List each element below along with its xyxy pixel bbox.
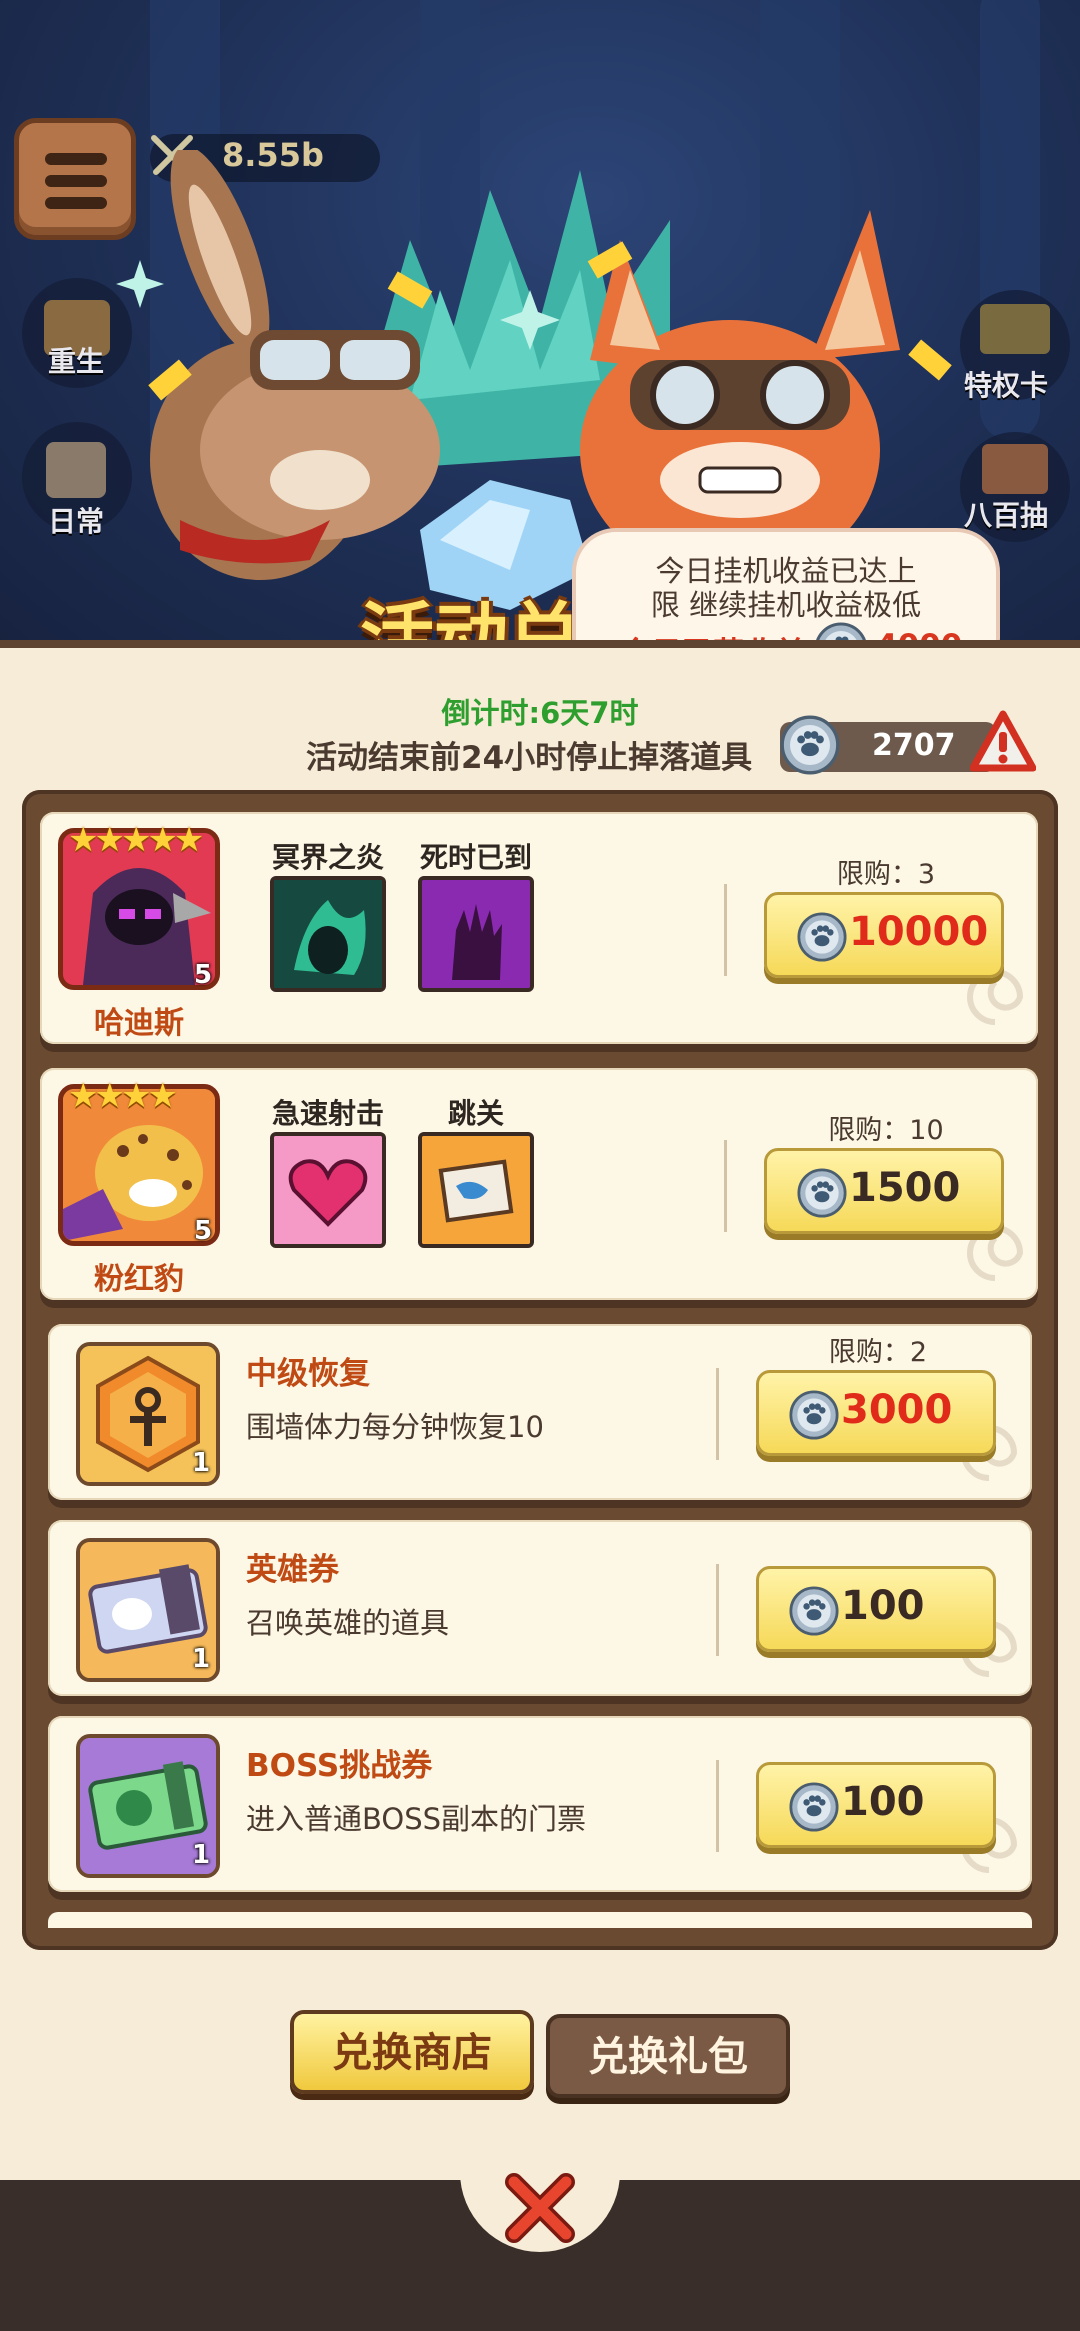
- hero-level: 5: [194, 960, 213, 990]
- skill-name: 急速射击: [271, 1097, 384, 1130]
- map-skill-icon: [422, 1136, 530, 1244]
- buy-button-pink-leopard[interactable]: 1500: [764, 1148, 1004, 1234]
- buy-button-hades[interactable]: 10000: [764, 892, 1004, 978]
- price-value: 100: [841, 1779, 925, 1825]
- buy-button-boss-ticket[interactable]: 100: [756, 1762, 996, 1848]
- exchange-shop-button[interactable]: 兑换商店: [290, 2010, 534, 2094]
- item-name: 中级恢复: [246, 1356, 370, 1392]
- paw-coin-icon: [797, 912, 847, 962]
- skill-icon-death-arrives[interactable]: [418, 876, 534, 992]
- item-description: 进入普通BOSS副本的门票: [246, 1802, 587, 1836]
- skill-name: 跳关: [447, 1097, 504, 1130]
- exchange-gift-button[interactable]: 兑换礼包: [546, 2014, 790, 2098]
- daily-label: 日常: [48, 505, 105, 538]
- divider: [716, 1368, 719, 1460]
- warning-icon[interactable]: [970, 710, 1036, 772]
- divider: [716, 1760, 719, 1852]
- hero-star-rating: ★★★★: [68, 1076, 178, 1116]
- list-item-hero-hades: ★★★★★ 5 哈迪斯 冥界之炎 死时已到 限购：3 10000: [40, 812, 1038, 1044]
- purchase-limit: 限购：3: [836, 859, 936, 890]
- paw-coin-icon: [780, 715, 840, 775]
- buy-button-hero-ticket[interactable]: 100: [756, 1566, 996, 1652]
- draw-label: 八百抽: [964, 499, 1049, 532]
- privilege-card-label: 特权卡: [964, 369, 1049, 402]
- heart-skill-icon: [274, 1136, 382, 1244]
- purchase-limit: 限购：2: [828, 1337, 928, 1368]
- rebirth-label: 重生: [48, 345, 105, 378]
- hero-level: 5: [194, 1216, 213, 1246]
- divider: [724, 884, 727, 976]
- currency-amount: 2707: [872, 728, 956, 763]
- list-item-partial: [48, 1912, 1032, 1928]
- list-item-boss-ticket: 1 BOSS挑战券 进入普通BOSS副本的门票 100: [48, 1716, 1032, 1892]
- buy-button-mid-recovery[interactable]: 3000: [756, 1370, 996, 1456]
- daily-icon: [46, 442, 106, 498]
- item-quantity: 1: [192, 1644, 211, 1674]
- divider: [716, 1564, 719, 1656]
- close-icon[interactable]: [500, 2168, 580, 2248]
- item-name: 英雄券: [246, 1552, 339, 1588]
- divider: [724, 1140, 727, 1232]
- list-item-hero-ticket: 1 英雄券 召唤英雄的道具 100: [48, 1520, 1032, 1696]
- death-hand-skill-icon: [422, 880, 530, 988]
- item-name: BOSS挑战券: [246, 1748, 433, 1784]
- draw-icon: [982, 444, 1048, 494]
- skill-name: 冥界之炎: [271, 841, 384, 874]
- item-description: 召唤英雄的道具: [246, 1606, 450, 1640]
- list-item-mid-recovery: 1 中级恢复 围墙体力每分钟恢复10 限购：2 3000: [48, 1324, 1032, 1500]
- event-notice: 活动结束前24小时停止掉落道具: [306, 740, 753, 776]
- price-value: 100: [841, 1583, 925, 1629]
- privilege-card-icon: [980, 304, 1050, 354]
- paw-coin-icon: [789, 1390, 839, 1440]
- tooltip-line-2: 限 继续挂机收益极低: [650, 588, 922, 622]
- skill-icon-rapid-fire[interactable]: [270, 1132, 386, 1248]
- draw-button[interactable]: 八百抽: [960, 432, 1070, 542]
- flame-skill-icon: [274, 880, 382, 988]
- item-quantity: 1: [192, 1448, 211, 1478]
- price-value: 10000: [849, 909, 989, 955]
- skill-name: 死时已到: [419, 841, 532, 874]
- hero-star-rating: ★★★★★: [68, 820, 204, 860]
- paw-coin-icon: [789, 1586, 839, 1636]
- item-description: 围墙体力每分钟恢复10: [246, 1410, 544, 1444]
- paw-coin-icon: [797, 1168, 847, 1218]
- hero-name: 粉红豹: [94, 1262, 184, 1297]
- skill-icon-underworld-flame[interactable]: [270, 876, 386, 992]
- privilege-card-button[interactable]: 特权卡: [960, 290, 1070, 402]
- paw-coin-icon: [789, 1782, 839, 1832]
- item-quantity: 1: [192, 1840, 211, 1870]
- purchase-limit: 限购：10: [828, 1115, 944, 1146]
- list-item-hero-pink-leopard: ★★★★ 5 粉红豹 急速射击 跳关 限购：10 1500: [40, 1068, 1038, 1300]
- hero-name: 哈迪斯: [94, 1006, 184, 1041]
- price-value: 3000: [841, 1387, 953, 1433]
- skill-icon-skip-level[interactable]: [418, 1132, 534, 1248]
- price-value: 1500: [849, 1165, 961, 1211]
